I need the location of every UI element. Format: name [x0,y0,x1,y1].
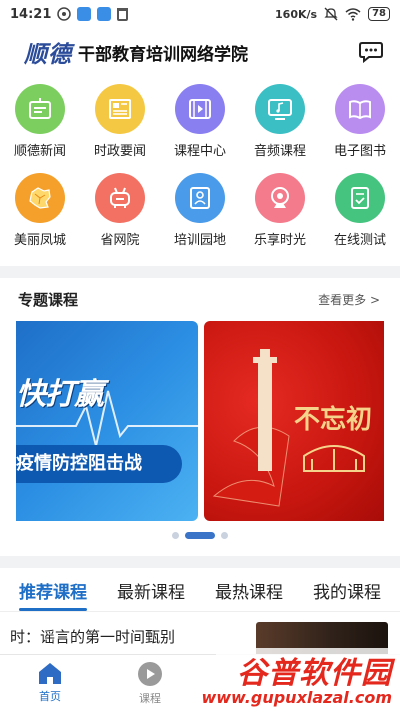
chat-bubble-icon [359,42,383,63]
book-icon [335,84,385,134]
banner-slogan: 不忘初 [294,405,373,435]
banner-epidemic[interactable]: 快打赢 疫情防控阻击战 [16,321,198,521]
watermark-url: www.gupuxlazal.com [201,688,392,707]
grid-label: 在线测试 [333,233,386,248]
app-header: 顺德 干部教育培训网络学院 [0,30,400,74]
grid-item-audio-courses[interactable]: 音频课程 [240,84,320,159]
nav-courses[interactable]: 课程 [100,655,200,711]
grid-item-training-garden[interactable]: 培训园地 [160,173,240,248]
nav-label: 首页 [39,690,61,703]
banner-party[interactable]: 不忘初 [204,321,384,521]
nav-home[interactable]: 首页 [0,655,100,711]
newspaper-icon [95,84,145,134]
status-bar: 14:21 160K/s 78 [0,0,400,28]
tab-latest[interactable]: 最新课程 [117,572,185,611]
app-notification-icon [77,7,92,21]
grid-label: 乐享时光 [253,233,306,248]
carousel-dot-active[interactable] [185,532,215,539]
camera-icon [255,173,305,223]
music-monitor-icon [255,84,305,134]
watermark-title: 谷普软件园 [237,656,392,691]
see-more-link[interactable]: 查看更多 > [318,291,380,308]
id-card-icon [175,173,225,223]
course-tabs: 推荐课程 最新课程 最热课程 我的课程 [0,572,400,612]
grid-label: 电子图书 [333,144,386,159]
grid-item-political-news[interactable]: 时政要闻 [80,84,160,159]
app-title: 干部教育培训网络学院 [78,44,248,65]
message-button[interactable] [358,39,384,65]
wifi-icon [345,8,361,21]
grid-label: 顺德新闻 [13,144,66,159]
carousel-indicator [172,532,228,539]
trash-icon [117,7,129,21]
heartbeat-graphic [16,390,198,447]
section-divider [0,266,400,278]
banner-headline: 快打赢 [16,377,104,412]
feature-grid: 顺德新闻 时政要闻 课程中心 音频课程 电子图书 美丽凤城 省网院 培训园地 乐… [0,84,400,248]
status-left: 14:21 [10,6,129,22]
logo: 顺德 [24,41,72,68]
grid-item-ebooks[interactable]: 电子图书 [320,84,400,159]
grid-label: 美丽凤城 [13,233,66,248]
watermark-overlay: 谷普软件园 www.gupuxlazal.com [201,648,400,711]
banner-subtitle: 疫情防控阻击战 [16,445,182,483]
grid-label: 音频课程 [253,144,306,159]
battery-indicator: 78 [368,7,390,21]
grid-item-enjoy-time[interactable]: 乐享时光 [240,173,320,248]
nav-label: 课程 [139,692,161,705]
grid-label: 省网院 [100,233,140,248]
tab-my-courses[interactable]: 我的课程 [313,572,381,611]
grid-item-course-center[interactable]: 课程中心 [160,84,240,159]
tab-recommended[interactable]: 推荐课程 [19,572,87,611]
status-right: 160K/s 78 [275,7,390,21]
bulletin-icon [15,84,65,134]
grid-item-online-test[interactable]: 在线测试 [320,173,400,248]
grid-label: 培训园地 [173,233,226,248]
mute-icon [324,7,338,21]
grid-label: 时政要闻 [93,144,146,159]
app-notification-icon [97,7,112,21]
grid-item-beautiful-fengcheng[interactable]: 美丽凤城 [0,173,80,248]
grid-label: 课程中心 [173,144,226,159]
tab-hottest[interactable]: 最热课程 [215,572,283,611]
section-divider [0,556,400,568]
map-icon [15,173,65,223]
carousel-dot[interactable] [221,532,228,539]
grid-item-shunde-news[interactable]: 顺德新闻 [0,84,80,159]
video-icon [175,84,225,134]
robot-icon [95,173,145,223]
banner-carousel[interactable]: 快打赢 疫情防控阻击战 不忘初 [16,321,384,521]
section-title: 专题课程 [18,291,79,309]
status-time: 14:21 [10,6,52,22]
play-icon [138,662,162,686]
carousel-dot[interactable] [172,532,179,539]
course-title: 时：谣言的第一时间甄别 [10,628,176,646]
sync-icon [57,7,72,21]
home-icon [39,663,61,684]
grid-item-provincial-academy[interactable]: 省网院 [80,173,160,248]
checklist-icon [335,173,385,223]
network-speed: 160K/s [275,7,318,21]
